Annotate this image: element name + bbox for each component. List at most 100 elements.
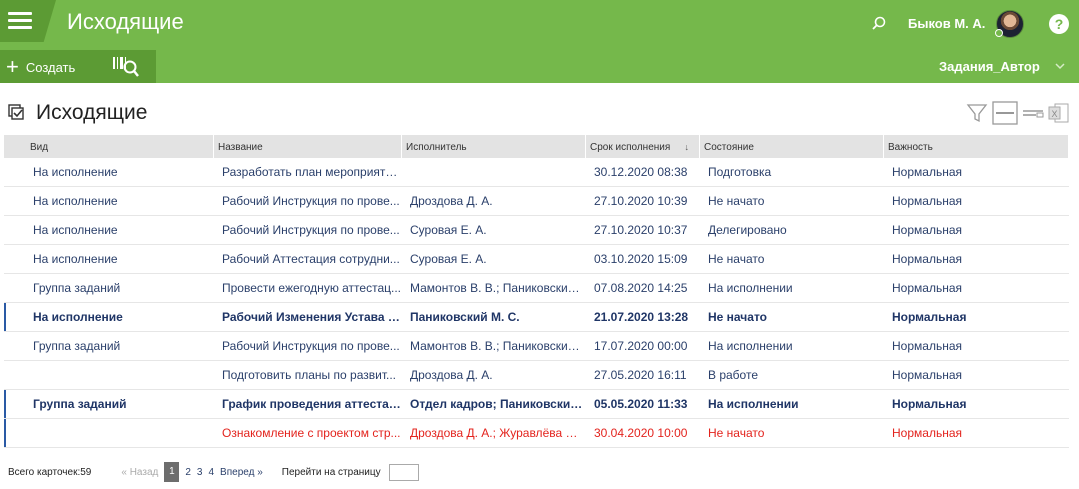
cell-due: 27.10.2020 10:39 [594, 194, 688, 208]
tasks-icon [8, 104, 24, 120]
cell-name: Рабочий Инструкция по прове... [222, 339, 400, 353]
plus-icon: + [6, 54, 19, 79]
cell-state: На исполнении [708, 281, 793, 295]
cell-name: Рабочий Аттестация сотрудни... [222, 252, 400, 266]
search-icon[interactable] [871, 15, 887, 31]
goto-page-label: Перейти на страницу [281, 466, 381, 478]
column-header-kind[interactable]: Вид [4, 135, 214, 158]
page-link-current[interactable]: 1 [164, 462, 180, 482]
cell-due: 05.05.2020 11:33 [594, 397, 688, 411]
table-row[interactable]: Ознакомление с проектом стр... Дроздова … [4, 419, 1069, 448]
cell-due: 17.07.2020 00:00 [594, 339, 688, 353]
cell-name: Рабочий Инструкция по прове... [222, 194, 400, 208]
hamburger-icon[interactable] [8, 12, 32, 29]
cell-kind: На исполнение [33, 194, 118, 208]
cell-name: График проведения аттестаци... [222, 397, 402, 411]
cell-due: 27.10.2020 10:37 [594, 223, 688, 237]
cell-due: 03.10.2020 15:09 [594, 252, 688, 266]
create-label: Создать [25, 59, 76, 75]
cell-name: Ознакомление с проектом стр... [222, 426, 401, 440]
barcode-search-icon[interactable] [112, 55, 142, 79]
cell-state: Подготовка [708, 165, 772, 179]
grid-tools: X [966, 101, 1070, 125]
column-header-due[interactable]: Срок исполнения ↓ [586, 135, 700, 158]
help-icon[interactable]: ? [1049, 14, 1069, 34]
excel-export-icon[interactable]: X [1048, 102, 1070, 124]
app-title: Исходящие [67, 9, 184, 34]
cell-executor: Мамонтов В. В.; Паниковский ... [410, 281, 586, 295]
filter-icon[interactable] [966, 102, 988, 124]
chevron-down-icon[interactable] [1054, 60, 1066, 72]
column-header-executor[interactable]: Исполнитель [402, 135, 586, 158]
cell-importance: Нормальная [892, 339, 962, 353]
compact-view-icon[interactable] [992, 101, 1018, 125]
cell-importance: Нормальная [892, 165, 962, 179]
cell-importance: Нормальная [892, 194, 962, 208]
cell-kind: Группа заданий [33, 397, 127, 411]
table-row[interactable]: На исполнение Рабочий Изменения Устава о… [4, 303, 1069, 332]
total-count: Всего карточек:59 [8, 466, 92, 478]
cell-executor: Дроздова Д. А. [410, 194, 493, 208]
online-status-icon [995, 29, 1003, 37]
cell-kind: На исполнение [33, 310, 123, 324]
cell-state: На исполнении [708, 339, 793, 353]
cell-name: Подготовить планы по развит... [222, 368, 396, 382]
table-row[interactable]: На исполнение Разработать план мероприят… [4, 158, 1069, 187]
table-row[interactable]: Группа заданий Рабочий Инструкция по про… [4, 332, 1069, 361]
column-header-importance[interactable]: Важность [884, 135, 1069, 158]
svg-text:X: X [1052, 109, 1058, 119]
cell-name: Рабочий Изменения Устава ор... [222, 310, 402, 324]
table-row[interactable]: Группа заданий Провести ежегодную аттест… [4, 274, 1069, 303]
cell-kind: На исполнение [33, 223, 118, 237]
cell-kind: На исполнение [33, 165, 118, 179]
cell-importance: Нормальная [892, 223, 962, 237]
table-row[interactable]: На исполнение Рабочий Инструкция по пров… [4, 216, 1069, 245]
cell-due: 30.12.2020 08:38 [594, 165, 688, 179]
filter-select[interactable]: Задания_Автор [939, 59, 1040, 74]
pagination: « Назад 1 2 3 4 Вперед » [121, 462, 265, 482]
grid-footer: Всего карточек:59 « Назад 1 2 3 4 Вперед… [8, 462, 419, 482]
table-row[interactable]: Группа заданий График проведения аттеста… [4, 390, 1069, 419]
cell-executor: Мамонтов В. В.; Паниковский ... [410, 339, 586, 353]
cell-importance: Нормальная [892, 281, 962, 295]
toolbar: + Создать Задания_Автор [0, 50, 1079, 83]
column-header-name[interactable]: Название [214, 135, 402, 158]
cell-executor: Паниковский М. С. [410, 310, 520, 324]
table-row[interactable]: Подготовить планы по развит... Дроздова … [4, 361, 1069, 390]
cell-state: Делегировано [708, 223, 787, 237]
prev-page-link[interactable]: « Назад [121, 467, 158, 478]
cell-kind: На исполнение [33, 252, 118, 266]
columns-icon[interactable] [1022, 102, 1044, 124]
cell-name: Рабочий Инструкция по прове... [222, 223, 400, 237]
next-page-link[interactable]: Вперед » [220, 467, 263, 478]
cell-importance: Нормальная [892, 252, 962, 266]
create-button[interactable]: + Создать [6, 56, 75, 78]
toolbar-actions: + Создать [0, 50, 156, 83]
cell-due: 27.05.2020 16:11 [594, 368, 687, 382]
cell-kind: Группа заданий [33, 339, 121, 353]
page-link[interactable]: 4 [208, 467, 214, 478]
cell-state: Не начато [708, 252, 765, 266]
menu-tab[interactable] [0, 0, 56, 42]
page-link[interactable]: 3 [197, 467, 203, 478]
table-row[interactable]: На исполнение Рабочий Инструкция по пров… [4, 187, 1069, 216]
top-bar: Исходящие Быков М. А. ? [0, 0, 1079, 50]
sort-desc-icon: ↓ [684, 142, 690, 152]
column-header-state[interactable]: Состояние [700, 135, 884, 158]
cell-importance: Нормальная [892, 368, 962, 382]
cell-executor: Дроздова Д. А.; Журавлёва И. ... [410, 426, 586, 440]
cell-name: Провести ежегодную аттестац... [222, 281, 401, 295]
cell-state: Не начато [708, 310, 767, 324]
cell-state: Не начато [708, 194, 765, 208]
cell-importance: Нормальная [892, 310, 967, 324]
cell-due: 07.08.2020 14:25 [594, 281, 688, 295]
tasks-table: Вид Название Исполнитель Срок исполнения… [4, 135, 1069, 448]
cell-executor: Суровая Е. А. [410, 223, 487, 237]
cell-executor: Отдел кадров; Паниковский ... [410, 397, 586, 411]
goto-page-input[interactable] [388, 463, 419, 481]
table-row[interactable]: На исполнение Рабочий Аттестация сотрудн… [4, 245, 1069, 274]
cell-executor: Суровая Е. А. [410, 252, 487, 266]
page-link[interactable]: 2 [185, 467, 191, 478]
user-name[interactable]: Быков М. А. [908, 16, 985, 31]
cell-due: 30.04.2020 10:00 [594, 426, 688, 440]
